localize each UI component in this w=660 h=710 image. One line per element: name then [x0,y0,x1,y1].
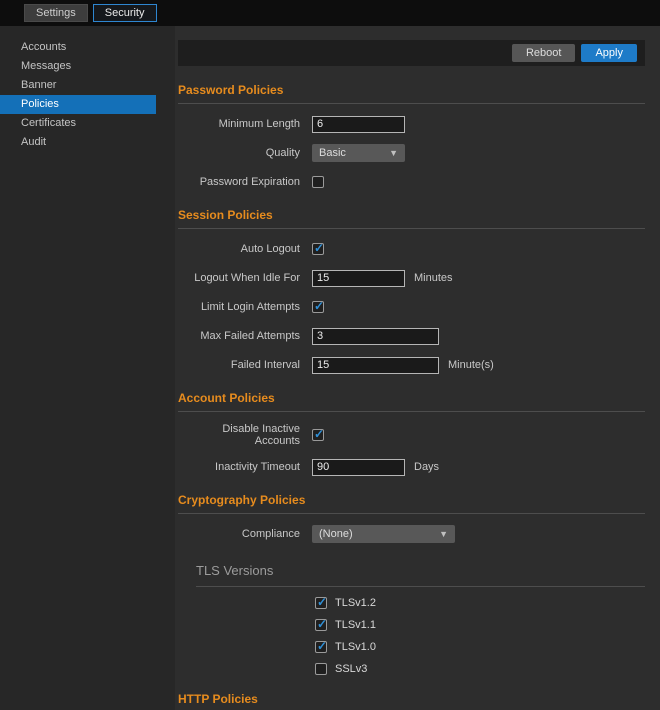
quality-row: Quality Basic ▼ [178,144,645,162]
chevron-down-icon: ▼ [439,529,448,539]
sidebar-item-accounts[interactable]: Accounts [0,38,175,57]
session-policies-title: Session Policies [178,208,645,229]
limit-login-row: Limit Login Attempts [178,298,645,316]
sidebar-item-certificates[interactable]: Certificates [0,114,175,133]
disable-inactive-checkbox[interactable] [312,429,324,441]
max-failed-input[interactable] [312,328,439,345]
max-failed-row: Max Failed Attempts [178,327,645,345]
inactivity-timeout-label: Inactivity Timeout [178,461,300,473]
tls-1-1-checkbox[interactable] [315,619,327,631]
max-failed-label: Max Failed Attempts [178,330,300,342]
section-password-policies: Password Policies Minimum Length Quality… [178,83,645,191]
account-policies-title: Account Policies [178,391,645,412]
toolbar: Reboot Apply [178,40,645,66]
logout-idle-input[interactable] [312,270,405,287]
minutes-interval-unit-label: Minute(s) [448,359,494,371]
http-policies-title: HTTP Policies [178,692,645,710]
limit-login-checkbox[interactable] [312,301,324,313]
tls-1-2-label: TLSv1.2 [335,597,376,609]
tls-1-2-checkbox[interactable] [315,597,327,609]
sidebar-item-messages[interactable]: Messages [0,57,175,76]
main-area: Accounts Messages Banner Policies Certif… [0,26,660,710]
sidebar-item-banner[interactable]: Banner [0,76,175,95]
disable-inactive-label: Disable Inactive Accounts [178,423,300,447]
days-unit-label: Days [414,461,439,473]
sidebar-item-policies[interactable]: Policies [0,95,156,114]
password-expiration-checkbox[interactable] [312,176,324,188]
minimum-length-label: Minimum Length [178,118,300,130]
sslv3-checkbox[interactable] [315,663,327,675]
compliance-label: Compliance [178,528,300,540]
compliance-select[interactable]: (None) ▼ [312,525,455,543]
compliance-row: Compliance (None) ▼ [178,525,645,543]
section-account-policies: Account Policies Disable Inactive Accoun… [178,391,645,476]
failed-interval-label: Failed Interval [178,359,300,371]
password-policies-title: Password Policies [178,83,645,104]
inactivity-timeout-row: Inactivity Timeout Days [178,458,645,476]
minutes-unit-label: Minutes [414,272,453,284]
section-cryptography-policies: Cryptography Policies Compliance (None) … [178,493,645,675]
tls-1-1-row: TLSv1.1 [315,619,645,631]
reboot-button[interactable]: Reboot [512,44,575,62]
sslv3-row: SSLv3 [315,663,645,675]
section-session-policies: Session Policies Auto Logout Logout When… [178,208,645,374]
quality-label: Quality [178,147,300,159]
minimum-length-input[interactable] [312,116,405,133]
tls-1-1-label: TLSv1.1 [335,619,376,631]
quality-select[interactable]: Basic ▼ [312,144,405,162]
cryptography-policies-title: Cryptography Policies [178,493,645,514]
limit-login-label: Limit Login Attempts [178,301,300,313]
auto-logout-row: Auto Logout [178,240,645,258]
content-panel: Reboot Apply Password Policies Minimum L… [175,26,660,710]
failed-interval-input[interactable] [312,357,439,374]
topbar: Settings Security [0,0,660,26]
sidebar: Accounts Messages Banner Policies Certif… [0,26,175,710]
quality-select-value: Basic [319,147,346,159]
tab-security[interactable]: Security [93,4,157,22]
password-expiration-row: Password Expiration [178,173,645,191]
logout-idle-label: Logout When Idle For [178,272,300,284]
tls-1-0-row: TLSv1.0 [315,641,645,653]
tls-1-0-checkbox[interactable] [315,641,327,653]
logout-idle-row: Logout When Idle For Minutes [178,269,645,287]
chevron-down-icon: ▼ [389,148,398,158]
tls-1-0-label: TLSv1.0 [335,641,376,653]
auto-logout-checkbox[interactable] [312,243,324,255]
sslv3-label: SSLv3 [335,663,367,675]
section-http-policies: HTTP Policies Strict Transport Security [178,692,645,710]
password-expiration-label: Password Expiration [178,176,300,188]
apply-button[interactable]: Apply [581,44,637,62]
disable-inactive-row: Disable Inactive Accounts [178,423,645,447]
failed-interval-row: Failed Interval Minute(s) [178,356,645,374]
tab-settings[interactable]: Settings [24,4,88,22]
inactivity-timeout-input[interactable] [312,459,405,476]
auto-logout-label: Auto Logout [178,243,300,255]
tls-versions-title: TLS Versions [196,563,645,587]
minimum-length-row: Minimum Length [178,115,645,133]
sidebar-item-audit[interactable]: Audit [0,133,175,152]
tls-1-2-row: TLSv1.2 [315,597,645,609]
compliance-select-value: (None) [319,528,353,540]
